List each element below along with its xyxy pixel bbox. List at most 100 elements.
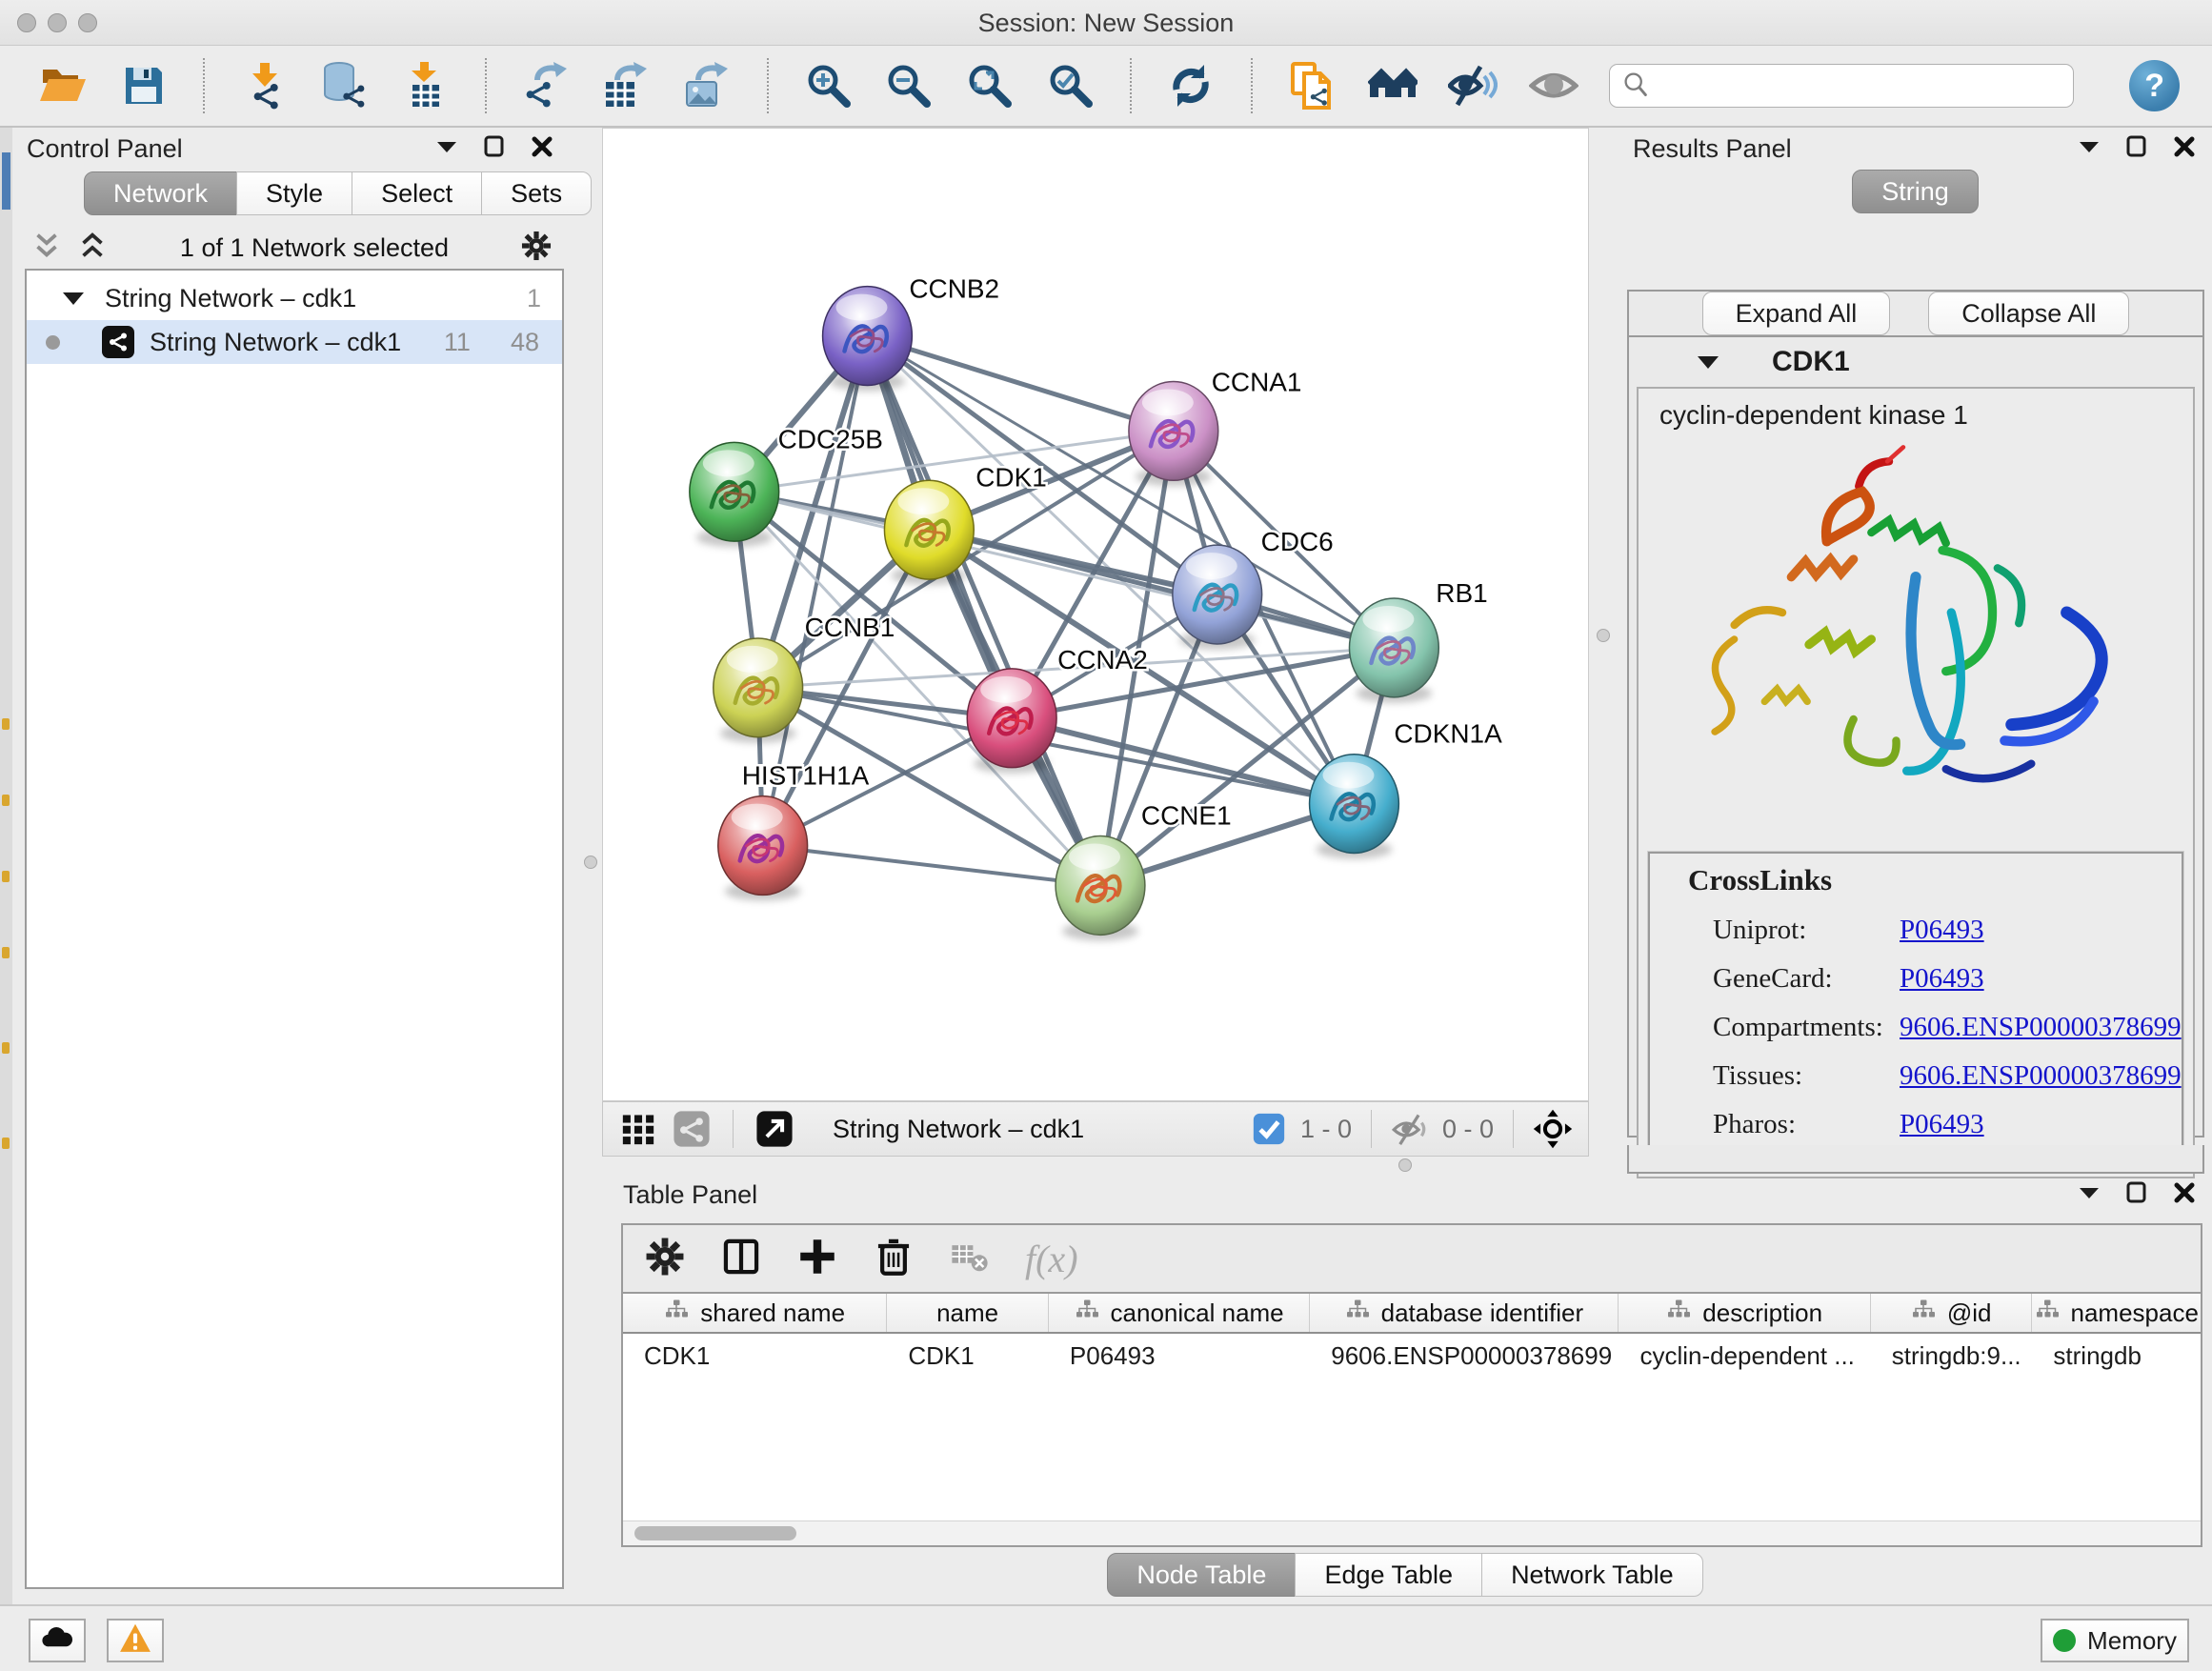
collapse-all-button[interactable]: Collapse All (1928, 292, 2129, 335)
first-neighbors-icon[interactable] (1367, 60, 1418, 111)
network-collection-row[interactable]: String Network – cdk1 1 (27, 276, 562, 320)
clone-network-icon[interactable] (1287, 60, 1337, 111)
panel-close-icon[interactable] (2172, 134, 2197, 164)
warnings-button[interactable] (107, 1619, 164, 1662)
network-graph[interactable]: CCNB2CCNA1CDC25BCDK1CDC6RB1CCNB1CCNA2CDK… (603, 129, 1588, 1100)
panel-close-icon[interactable] (530, 134, 554, 164)
column-header-name[interactable]: name (887, 1294, 1049, 1332)
import-table-icon[interactable] (401, 60, 452, 111)
column-header-id[interactable]: @id (1871, 1294, 2033, 1332)
expand-all-button[interactable]: Expand All (1702, 292, 1891, 335)
hide-selected-icon[interactable] (1448, 60, 1498, 111)
collapse-all-networks-icon[interactable] (30, 230, 63, 267)
tab-node-table[interactable]: Node Table (1107, 1553, 1296, 1597)
collection-expand-icon[interactable] (63, 292, 84, 305)
column-header-description[interactable]: description (1619, 1294, 1870, 1332)
gene-section-header[interactable]: CDK1 (1629, 337, 2202, 387)
network-edge[interactable] (867, 336, 1100, 886)
show-columns-icon[interactable] (720, 1236, 762, 1282)
selected-items-icon[interactable] (1249, 1109, 1289, 1149)
tab-network[interactable]: Network (84, 171, 237, 215)
help-button[interactable]: ? (2129, 60, 2180, 111)
panel-float-icon[interactable] (482, 134, 507, 164)
network-edge[interactable] (763, 846, 1100, 886)
show-grid-icon[interactable] (618, 1109, 658, 1149)
network-node-CCNA1[interactable] (1129, 381, 1218, 486)
crosslink-uniprot-link[interactable]: P06493 (1900, 915, 1984, 946)
panel-close-icon[interactable] (2172, 1180, 2197, 1210)
crosslink-pharos-link[interactable]: P06493 (1900, 1109, 1984, 1140)
horizontal-splitter-handle[interactable] (1398, 1158, 1412, 1172)
panel-menu-icon[interactable] (2077, 1180, 2101, 1210)
export-table-icon[interactable] (602, 60, 653, 111)
panel-menu-icon[interactable] (2077, 134, 2101, 164)
left-splitter-handle[interactable] (584, 856, 597, 869)
tab-style[interactable]: Style (236, 171, 352, 215)
network-node-CCNE1[interactable] (1056, 836, 1145, 941)
cell-id[interactable]: stringdb:9... (1871, 1334, 2033, 1378)
network-row-selected[interactable]: String Network – cdk1 11 48 (27, 320, 562, 364)
crosslink-tissues-link[interactable]: 9606.ENSP00000378699 (1900, 1060, 2182, 1092)
table-options-gear-icon[interactable] (644, 1236, 686, 1282)
zoom-selected-icon[interactable] (1045, 60, 1096, 111)
network-canvas[interactable]: CCNB2CCNA1CDC25BCDK1CDC6RB1CCNB1CCNA2CDK… (602, 128, 1589, 1101)
network-edge[interactable] (867, 336, 1173, 432)
save-session-icon[interactable] (119, 60, 170, 111)
apply-layout-icon[interactable] (1166, 60, 1217, 111)
table-horizontal-scrollbar[interactable] (623, 1520, 2201, 1545)
tab-string[interactable]: String (1852, 170, 1979, 213)
cell-database-identifier[interactable]: 9606.ENSP00000378699 (1310, 1334, 1619, 1378)
search-input[interactable] (1659, 71, 2061, 101)
tab-sets[interactable]: Sets (481, 171, 592, 215)
cell-shared-name[interactable]: CDK1 (623, 1334, 887, 1378)
column-header-database-identifier[interactable]: database identifier (1310, 1294, 1619, 1332)
detach-view-icon[interactable] (754, 1109, 794, 1149)
import-network-file-icon[interactable] (239, 60, 290, 111)
section-collapse-icon[interactable] (1698, 356, 1719, 369)
panel-float-icon[interactable] (2124, 1180, 2149, 1210)
right-splitter-handle[interactable] (1597, 629, 1610, 642)
tab-edge-table[interactable]: Edge Table (1295, 1553, 1482, 1597)
cell-canonical-name[interactable]: P06493 (1049, 1334, 1310, 1378)
panel-menu-icon[interactable] (434, 134, 459, 164)
network-node-CDKN1A[interactable] (1310, 755, 1399, 859)
expand-all-networks-icon[interactable] (76, 230, 109, 267)
network-node-CCNB1[interactable] (714, 638, 803, 743)
network-node-CDC25B[interactable] (690, 442, 779, 547)
crosslink-genecard-link[interactable]: P06493 (1900, 963, 1984, 995)
network-node-CDC6[interactable] (1173, 545, 1262, 650)
search-box[interactable] (1609, 64, 2074, 108)
scrollbar-thumb[interactable] (634, 1526, 796, 1540)
cell-description[interactable]: cyclin-dependent ... (1619, 1334, 1870, 1378)
hidden-items-icon[interactable] (1391, 1109, 1431, 1149)
zoom-out-icon[interactable] (884, 60, 935, 111)
network-node-RB1[interactable] (1349, 598, 1438, 703)
panel-float-icon[interactable] (2124, 134, 2149, 164)
network-edge[interactable] (1012, 718, 1354, 804)
export-image-icon[interactable] (683, 60, 734, 111)
zoom-fit-icon[interactable] (965, 60, 1016, 111)
zoom-in-icon[interactable] (803, 60, 854, 111)
crosslink-compartments-link[interactable]: 9606.ENSP00000378699 (1900, 1012, 2182, 1043)
column-header-namespace[interactable]: namespace (2032, 1294, 2201, 1332)
fit-selection-icon[interactable] (1533, 1109, 1573, 1149)
import-network-database-icon[interactable] (320, 60, 371, 111)
tab-network-table[interactable]: Network Table (1481, 1553, 1703, 1597)
tab-select[interactable]: Select (352, 171, 482, 215)
network-node-CDK1[interactable] (884, 480, 974, 585)
show-all-icon[interactable] (1529, 60, 1579, 111)
delete-column-icon[interactable] (873, 1236, 915, 1282)
table-row[interactable]: CDK1 CDK1 P06493 9606.ENSP00000378699 cy… (623, 1334, 2201, 1378)
memory-button[interactable]: Memory (2041, 1619, 2189, 1662)
column-header-canonical-name[interactable]: canonical name (1049, 1294, 1310, 1332)
add-column-icon[interactable] (796, 1236, 838, 1282)
cell-namespace[interactable]: stringdb (2032, 1334, 2201, 1378)
column-header-shared-name[interactable]: shared name (623, 1294, 887, 1332)
network-options-gear-icon[interactable] (520, 230, 553, 267)
network-birdseye-icon[interactable] (672, 1109, 712, 1149)
export-network-icon[interactable] (521, 60, 572, 111)
open-session-icon[interactable] (38, 60, 89, 111)
cell-name[interactable]: CDK1 (887, 1334, 1049, 1378)
cloud-button[interactable] (29, 1619, 86, 1662)
network-node-HIST1H1A[interactable] (718, 796, 808, 901)
